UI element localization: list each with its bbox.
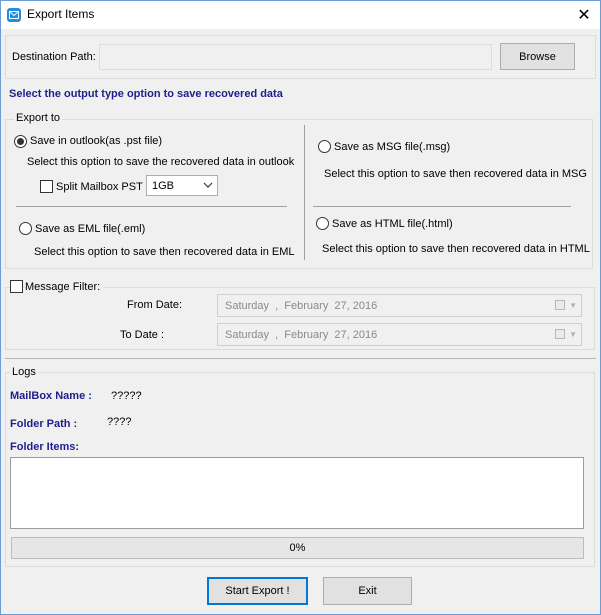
to-date-value: Saturday , February 27, 2016: [225, 328, 378, 341]
mailbox-name-value: ?????: [111, 390, 142, 402]
instruction-text: Select the output type option to save re…: [9, 88, 283, 100]
eml-radio[interactable]: [19, 222, 32, 235]
progress-text: 0%: [289, 542, 306, 554]
html-option-description: Select this option to save then recovere…: [322, 243, 590, 255]
calendar-icon: [555, 300, 565, 310]
close-button[interactable]: ✕: [568, 1, 600, 28]
window-title: Export Items: [27, 7, 95, 21]
export-progress-bar: 0%: [11, 537, 584, 559]
from-date-label: From Date:: [127, 299, 183, 311]
html-radio[interactable]: [316, 217, 329, 230]
to-date-label: To Date :: [120, 329, 165, 341]
msg-radio[interactable]: [318, 140, 331, 153]
chevron-down-icon: [203, 182, 213, 188]
msg-option-label[interactable]: Save as MSG file(.msg): [334, 141, 450, 153]
from-date-picker[interactable]: Saturday , February 27, 2016 ▼: [217, 294, 582, 317]
folder-items-label: Folder Items:: [10, 441, 80, 453]
split-mailbox-label[interactable]: Split Mailbox PST: [56, 181, 143, 193]
export-divider-right: [313, 206, 571, 207]
split-size-select[interactable]: 1GB: [146, 175, 218, 196]
pst-option-label[interactable]: Save in outlook(as .pst file): [30, 135, 162, 147]
html-option-label[interactable]: Save as HTML file(.html): [332, 218, 453, 230]
message-filter-checkbox[interactable]: [10, 280, 23, 293]
close-icon: ✕: [577, 6, 591, 24]
export-divider-vertical: [304, 125, 305, 260]
chevron-down-icon: ▼: [569, 301, 577, 310]
from-date-value: Saturday , February 27, 2016: [225, 299, 378, 312]
destination-path-input[interactable]: [99, 44, 492, 70]
eml-option-label[interactable]: Save as EML file(.eml): [35, 223, 145, 235]
mail-envelope-icon: [7, 8, 21, 22]
export-to-label: Export to: [14, 112, 63, 124]
msg-option-description: Select this option to save then recovere…: [324, 168, 587, 180]
split-size-value: 1GB: [152, 179, 175, 192]
export-items-window: Export Items ✕ Destination Path: Browse …: [0, 0, 601, 615]
to-date-picker[interactable]: Saturday , February 27, 2016 ▼: [217, 323, 582, 346]
folder-path-label: Folder Path :: [10, 418, 78, 430]
mailbox-name-label: MailBox Name :: [10, 390, 92, 402]
start-export-button[interactable]: Start Export !: [207, 577, 308, 605]
title-bar: Export Items ✕: [1, 1, 600, 29]
export-divider-left: [16, 206, 287, 207]
pst-radio[interactable]: [14, 135, 27, 148]
message-filter-label[interactable]: Message Filter:: [25, 281, 104, 293]
browse-button[interactable]: Browse: [500, 43, 575, 70]
chevron-down-icon: ▼: [569, 330, 577, 339]
exit-button[interactable]: Exit: [323, 577, 412, 605]
folder-items-list[interactable]: [10, 457, 584, 529]
section-divider: [5, 358, 596, 359]
destination-path-label: Destination Path:: [12, 51, 96, 63]
pst-option-description: Select this option to save the recovered…: [27, 156, 295, 168]
logs-label: Logs: [10, 366, 38, 378]
eml-option-description: Select this option to save then recovere…: [34, 246, 295, 258]
folder-path-value: ????: [107, 416, 132, 428]
calendar-icon: [555, 329, 565, 339]
split-mailbox-checkbox[interactable]: [40, 180, 53, 193]
